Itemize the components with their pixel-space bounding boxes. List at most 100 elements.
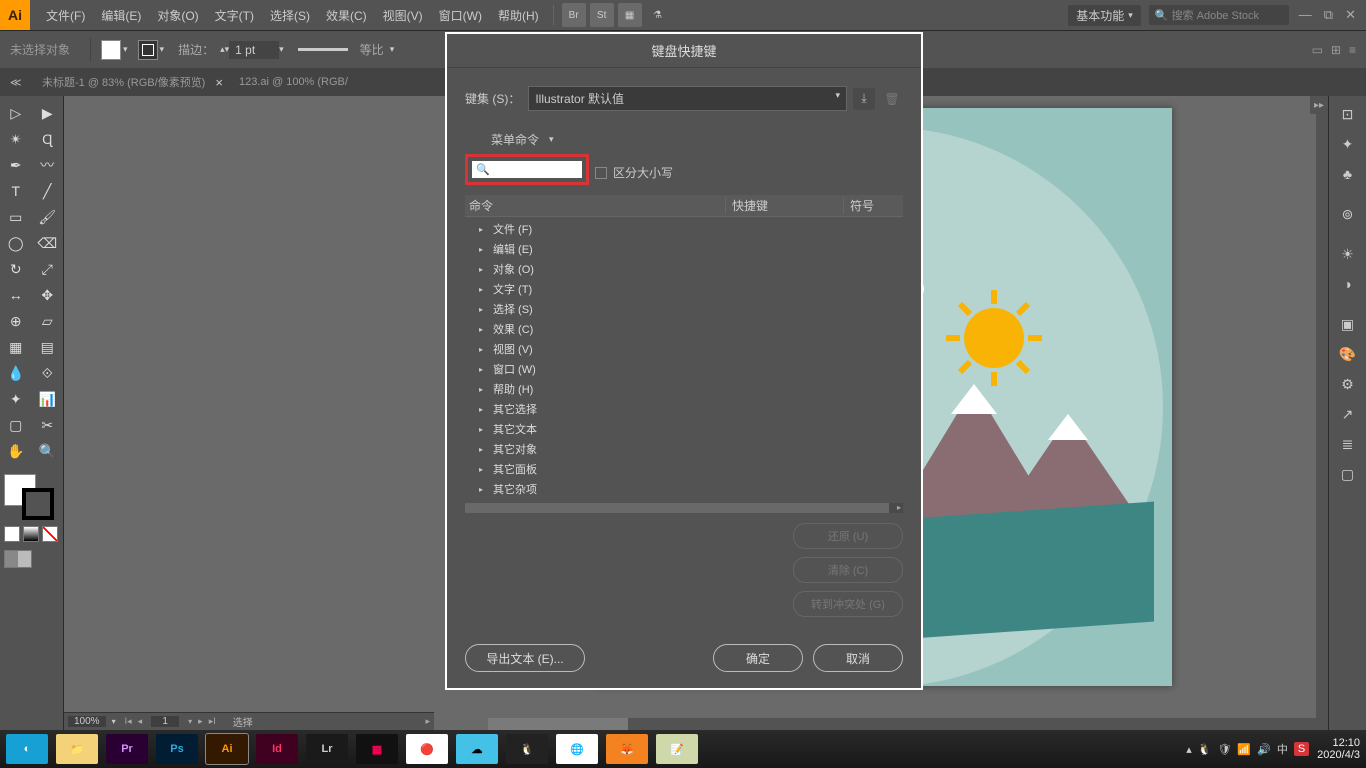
menu-file[interactable]: 文件(F): [38, 7, 93, 24]
shaper-tool[interactable]: ◯: [0, 230, 32, 256]
menu-help[interactable]: 帮助(H): [490, 7, 547, 24]
graph-tool[interactable]: 📊: [32, 386, 64, 412]
taskbar-firefox[interactable]: 🦊: [606, 734, 648, 764]
type-tool[interactable]: T: [0, 178, 32, 204]
panel-menu-icon[interactable]: ≡: [1349, 43, 1356, 57]
arrange-docs-icon[interactable]: ▦: [618, 3, 642, 27]
tab-123ai[interactable]: 123.ai @ 100% (RGB/: [231, 68, 356, 96]
shape-builder-tool[interactable]: ⊕: [0, 308, 32, 334]
system-tray[interactable]: ▴ 🐧 🛡 📶 🔊 中 S: [1186, 741, 1309, 757]
libraries-panel-icon[interactable]: ✦: [1334, 130, 1362, 158]
mesh-tool[interactable]: ▦: [0, 334, 32, 360]
brushes-panel-icon[interactable]: ♣: [1334, 160, 1362, 188]
workspace-switcher[interactable]: 基本功能▾: [1068, 5, 1141, 26]
tray-shield-icon[interactable]: 🛡: [1217, 743, 1231, 756]
none-mode-icon[interactable]: [42, 526, 58, 542]
menu-object[interactable]: 对象(O): [149, 7, 206, 24]
rotate-tool[interactable]: ↻: [0, 256, 32, 282]
width-tool[interactable]: ↔: [0, 282, 32, 308]
save-keyset-icon[interactable]: ⤓: [853, 88, 875, 110]
gradient-mode-icon[interactable]: [23, 526, 39, 542]
panel-collapse-icon[interactable]: ▸▸: [1310, 96, 1328, 114]
line-tool[interactable]: ╱: [32, 178, 64, 204]
menu-edit[interactable]: 编辑(E): [93, 7, 149, 24]
shortcut-category-dropdown[interactable]: 菜单命令: [491, 131, 539, 148]
selection-tool[interactable]: ▷: [0, 100, 32, 126]
tray-up-icon[interactable]: ▴: [1186, 743, 1192, 756]
zoom-tool[interactable]: 🔍: [32, 438, 64, 464]
curvature-tool[interactable]: 〰: [32, 152, 64, 178]
rectangle-tool[interactable]: ▭: [0, 204, 32, 230]
artboards-panel-icon[interactable]: ▢: [1334, 460, 1362, 488]
tree-item[interactable]: ▸文件 (F): [465, 219, 903, 239]
tree-item[interactable]: ▸其它文本: [465, 419, 903, 439]
align-icon[interactable]: ▭: [1312, 43, 1323, 57]
scale-tool[interactable]: ⤢: [32, 256, 64, 282]
tray-qq-icon[interactable]: 🐧: [1198, 743, 1212, 756]
taskbar-app4[interactable]: ☁: [456, 734, 498, 764]
color-panel-icon[interactable]: ☀: [1334, 240, 1362, 268]
stroke-weight[interactable]: 1 pt: [229, 41, 279, 59]
taskbar-clock[interactable]: 12:10 2020/4/3: [1317, 737, 1360, 761]
hand-tool[interactable]: ✋: [0, 438, 32, 464]
keyset-dropdown[interactable]: Illustrator 默认值▾: [528, 86, 847, 111]
ok-button[interactable]: 确定: [713, 644, 803, 672]
tree-item[interactable]: ▸选择 (S): [465, 299, 903, 319]
free-transform-tool[interactable]: ✥: [32, 282, 64, 308]
layers-panel-icon[interactable]: ≣: [1334, 430, 1362, 458]
vertical-scrollbar[interactable]: [1316, 96, 1328, 718]
eyedropper-tool[interactable]: 💧: [0, 360, 32, 386]
shortcut-search-input[interactable]: [494, 164, 566, 176]
window-close[interactable]: ✕: [1345, 7, 1356, 23]
color-mode-icon[interactable]: [4, 526, 20, 542]
menu-select[interactable]: 选择(S): [262, 7, 318, 24]
tree-item[interactable]: ▸编辑 (E): [465, 239, 903, 259]
transform-icon[interactable]: ⊞: [1331, 43, 1341, 57]
fill-swatch[interactable]: [101, 40, 121, 60]
paintbrush-tool[interactable]: 🖌: [32, 204, 64, 230]
eraser-tool[interactable]: ⌫: [32, 230, 64, 256]
menu-window[interactable]: 窗口(W): [431, 7, 490, 24]
bridge-icon[interactable]: Br: [562, 3, 586, 27]
symbols-panel-icon[interactable]: ⚙: [1334, 370, 1362, 398]
tree-item[interactable]: ▸文字 (T): [465, 279, 903, 299]
export-panel-icon[interactable]: ↗: [1334, 400, 1362, 428]
symbol-sprayer-tool[interactable]: ✦: [0, 386, 32, 412]
taskbar-app2[interactable]: ▦: [356, 734, 398, 764]
taskbar-premiere[interactable]: Pr: [106, 734, 148, 764]
taskbar-notepad[interactable]: 📝: [656, 734, 698, 764]
taskbar-lightroom[interactable]: Lr: [306, 734, 348, 764]
tree-item[interactable]: ▸效果 (C): [465, 319, 903, 339]
match-case-checkbox[interactable]: [595, 167, 607, 179]
tab-collapse-icon[interactable]: ≪: [10, 76, 20, 89]
perspective-tool[interactable]: ▱: [32, 308, 64, 334]
artboard-index[interactable]: 1: [151, 716, 179, 727]
taskbar-photoshop[interactable]: Ps: [156, 734, 198, 764]
tree-scrollbar[interactable]: ◂▸: [465, 503, 903, 513]
menu-view[interactable]: 视图(V): [375, 7, 431, 24]
taskbar-app[interactable]: ◐: [6, 734, 48, 764]
tree-item[interactable]: ▸视图 (V): [465, 339, 903, 359]
blend-tool[interactable]: ⟐: [32, 360, 64, 386]
artboard-nav[interactable]: I◂◂: [122, 716, 146, 727]
tree-item[interactable]: ▸其它选择: [465, 399, 903, 419]
stroke-swatch[interactable]: [138, 40, 158, 60]
tray-network-icon[interactable]: 📶: [1237, 743, 1251, 756]
adobe-stock-search[interactable]: 🔍 搜索 Adobe Stock: [1149, 5, 1289, 25]
window-restore[interactable]: ⧉: [1324, 7, 1333, 23]
properties-panel-icon[interactable]: ⊡: [1334, 100, 1362, 128]
tree-item[interactable]: ▸帮助 (H): [465, 379, 903, 399]
tray-sogou-icon[interactable]: S: [1294, 742, 1309, 756]
tree-item[interactable]: ▸其它对象: [465, 439, 903, 459]
tray-volume-icon[interactable]: 🔊: [1257, 743, 1271, 756]
stroke-dropdown[interactable]: ▾: [160, 44, 165, 55]
gpu-icon[interactable]: ⚗: [646, 3, 670, 27]
cc-panel-icon[interactable]: ⊚: [1334, 200, 1362, 228]
lasso-tool[interactable]: Ɋ: [32, 126, 64, 152]
taskbar-app3[interactable]: 🔴: [406, 734, 448, 764]
zoom-level[interactable]: 100%: [68, 716, 106, 727]
taskbar-qq[interactable]: 🐧: [506, 734, 548, 764]
tree-item[interactable]: ▸窗口 (W): [465, 359, 903, 379]
stock-icon[interactable]: St: [590, 3, 614, 27]
magic-wand-tool[interactable]: ✴: [0, 126, 32, 152]
